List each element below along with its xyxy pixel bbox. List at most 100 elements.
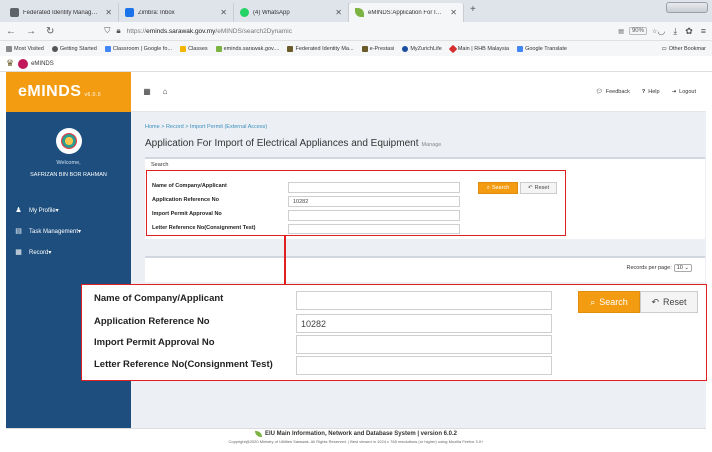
- crest-icon: [287, 45, 294, 52]
- download-icon[interactable]: ⤓: [673, 26, 677, 37]
- eminds-logo-icon: [18, 58, 29, 69]
- sidebar-item-task-management[interactable]: ▤ Task Management ▾: [6, 221, 131, 242]
- records-per-page-select[interactable]: 10 ⌄: [673, 264, 692, 272]
- folder-icon: ▭: [661, 45, 667, 52]
- window-controls[interactable]: [666, 2, 708, 13]
- url-path: /eMINDS/search2Dynamic: [215, 27, 292, 35]
- welcome-text: Welcome,: [56, 160, 81, 166]
- browser-tab-strip: Federated Identity Managemen ✕ Zimbra: I…: [0, 0, 712, 22]
- extension-icon[interactable]: ✿: [685, 26, 693, 37]
- chevron-down-icon: ⌄: [684, 265, 689, 271]
- translate-icon: [517, 45, 524, 52]
- footer-title: EIU Main Information, Network and Databa…: [6, 431, 706, 437]
- crest-icon: [361, 45, 368, 52]
- url-bar[interactable]: ⛉ 🔒︎ https://eminds.sarawak.gov.my/eMIND…: [104, 24, 548, 39]
- search-panel-header: Search: [151, 162, 169, 168]
- site-name[interactable]: eMINDS: [31, 61, 54, 67]
- home-icon[interactable]: ⌂: [159, 86, 171, 98]
- tasks-icon: ▤: [15, 227, 22, 235]
- federated-favicon-icon: [10, 8, 19, 17]
- bookmark-rhb[interactable]: Main | RHB Malaysia: [448, 44, 509, 53]
- bookmark-getting-started[interactable]: Getting Started: [51, 45, 97, 52]
- sidebar-item-record[interactable]: ▦ Record ▾: [6, 242, 131, 263]
- browser-tab-federated[interactable]: Federated Identity Managemen ✕: [4, 3, 119, 22]
- close-tab-icon[interactable]: ✕: [105, 8, 112, 17]
- pocket-icon[interactable]: ◡: [657, 26, 665, 37]
- bookmark-eprestasi[interactable]: e-Prestasi: [361, 45, 394, 52]
- other-bookmarks[interactable]: ▭ Other Bookmar: [662, 46, 707, 52]
- bookmarks-bar: Most Visited Getting Started Classroom |…: [0, 41, 712, 56]
- browser-tab-eminds[interactable]: eMINDS:Application For Impor ✕: [349, 3, 464, 22]
- browser-toolbar-right: ◡ ⤓ ✿ ≡: [657, 26, 706, 37]
- crest-icon: ♛: [6, 58, 15, 68]
- site-header-strip: ♛ eMINDS: [0, 56, 712, 72]
- shield-icon: ⛉: [104, 26, 111, 35]
- caret-down-icon: ▾: [78, 229, 82, 235]
- zoom-application-ref-input[interactable]: 10282: [296, 314, 552, 333]
- close-tab-icon[interactable]: ✕: [220, 8, 227, 17]
- zoom-row-letter: Letter Reference No(Consignment Test): [94, 359, 273, 370]
- whatsapp-favicon-icon: [240, 8, 249, 17]
- highlight-box: [146, 170, 566, 236]
- help-link[interactable]: ? Help: [642, 89, 660, 95]
- feedback-link[interactable]: 💬︎ Feedback: [596, 89, 630, 95]
- eminds-favicon-icon: [355, 8, 364, 17]
- zoom-row-permit: Import Permit Approval No: [94, 337, 215, 348]
- bookmark-eminds[interactable]: eminds.sarawak.gov....: [215, 45, 279, 52]
- help-icon: ?: [641, 88, 646, 95]
- url-host: eminds.sarawak.gov.my: [146, 27, 216, 35]
- logout-link[interactable]: ⇥ Logout: [672, 89, 696, 95]
- browser-tab-whatsapp[interactable]: (4) WhatsApp ✕: [234, 3, 349, 22]
- brand-logo[interactable]: eMINDS v6.0.0: [6, 72, 131, 112]
- close-tab-icon[interactable]: ✕: [335, 8, 342, 17]
- forward-icon[interactable]: →: [26, 26, 36, 37]
- leaf-icon: [254, 431, 262, 437]
- reader-view-icon[interactable]: ▤: [618, 28, 624, 35]
- close-tab-icon[interactable]: ✕: [450, 8, 457, 17]
- page-footer: EIU Main Information, Network and Databa…: [6, 428, 706, 452]
- zoom-row-appref: Application Reference No: [94, 316, 210, 327]
- new-tab-icon[interactable]: +: [464, 4, 482, 19]
- google-icon: [104, 45, 111, 52]
- zoom-controls: ▤ 90% ☆: [618, 27, 657, 35]
- user-icon: ♟: [15, 206, 22, 214]
- sidebar-menu: ♟ My Profile ▾ ▤ Task Management ▾ ▦ Record ▾: [6, 200, 131, 263]
- zoom-search-button[interactable]: ⌕ Search: [578, 291, 640, 313]
- search-icon: ⌕: [590, 296, 596, 307]
- url-prefix: https://: [126, 27, 147, 35]
- zoom-row-company: Name of Company/Applicant: [94, 293, 224, 304]
- chat-icon: 💬︎: [595, 88, 603, 95]
- bookmark-most-visited[interactable]: Most Visited: [6, 45, 44, 52]
- browser-tab-zimbra[interactable]: Zimbra: Inbox ✕: [119, 3, 234, 22]
- bookmark-federated[interactable]: Federated Identity Ma...: [287, 45, 354, 52]
- back-icon[interactable]: ←: [6, 26, 16, 37]
- top-nav-links: 💬︎ Feedback ? Help ⇥ Logout: [596, 89, 696, 95]
- bookmark-classroom[interactable]: Classroom | Google fo...: [104, 45, 172, 52]
- reload-icon[interactable]: ↻: [46, 26, 54, 37]
- menu-icon[interactable]: ≡: [701, 26, 706, 37]
- globe-icon: [51, 45, 58, 52]
- diamond-icon: [448, 44, 458, 53]
- caret-down-icon: ▾: [55, 208, 59, 214]
- bookmark-classes[interactable]: Classes: [180, 45, 208, 52]
- avatar: [55, 128, 82, 154]
- zoom-permit-approval-input[interactable]: [296, 335, 552, 354]
- bookmark-myzurichlife[interactable]: MyZurichLife: [402, 45, 442, 52]
- results-panel: [145, 256, 705, 282]
- zoom-company-input[interactable]: [296, 291, 552, 310]
- highlight-connector: [284, 236, 286, 284]
- classes-icon: [180, 45, 187, 52]
- undo-icon: ↶: [651, 296, 660, 307]
- zoom-letter-ref-input[interactable]: [296, 356, 552, 375]
- bookmark-google-translate[interactable]: Google Translate: [517, 45, 567, 52]
- breadcrumb[interactable]: Home > Record > Import Permit (External …: [145, 124, 267, 130]
- logout-icon: ⇥: [671, 88, 677, 95]
- app-top-nav: ▦ ⌂ 💬︎ Feedback ? Help ⇥ Logout: [131, 72, 706, 112]
- zoom-reset-button[interactable]: ↶ Reset: [640, 291, 698, 313]
- ministry-seal-icon: [60, 133, 77, 149]
- grid-toggle-icon[interactable]: ▦: [141, 86, 153, 98]
- zoom-level[interactable]: 90%: [628, 27, 647, 35]
- sidebar-item-my-profile[interactable]: ♟ My Profile ▾: [6, 200, 131, 221]
- page-title: Application For Import of Electrical App…: [145, 138, 442, 149]
- user-name: SAFRIZAN BIN BOR RAHMAN: [30, 172, 107, 178]
